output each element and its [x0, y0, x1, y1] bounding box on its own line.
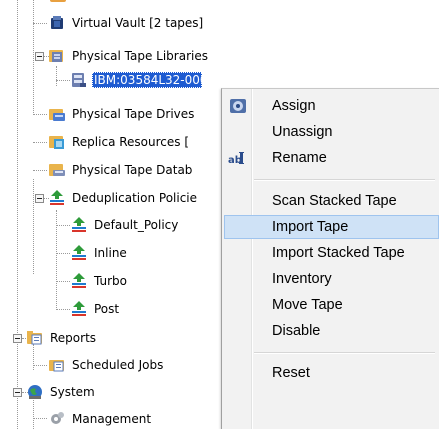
policy-icon: [70, 244, 88, 262]
tree-branch-line: [33, 114, 47, 115]
replica-resources-icon: [48, 133, 66, 151]
tree-item-label: Management: [72, 412, 152, 426]
tree-branch-line: [56, 281, 70, 282]
menu-item-assign[interactable]: Assign: [224, 94, 439, 118]
tree-item-label: Physical Tape Drives: [72, 107, 195, 121]
tree-item-reports[interactable]: Reports: [26, 327, 98, 349]
menu-item-import-tape[interactable]: Import Tape: [224, 215, 439, 239]
policy-icon: [70, 272, 88, 290]
globe-icon: [26, 383, 44, 401]
tree-item-label: Default_Policy: [94, 218, 179, 232]
tree-branch-line: [33, 142, 47, 143]
scheduled-jobs-icon: [48, 356, 66, 374]
tree-item-label: Deduplication Policie: [72, 191, 198, 205]
tree-item-label: Scheduled Jobs: [72, 358, 164, 372]
collapse-system-toggle[interactable]: [13, 388, 22, 397]
tree-item-label: Inline: [94, 246, 127, 260]
tree-branch-line: [33, 23, 47, 24]
tree-item-scheduled-jobs[interactable]: Scheduled Jobs: [48, 354, 165, 376]
tree-item-label: Post: [94, 302, 120, 316]
menu-item-label: Scan Stacked Tape: [272, 193, 397, 209]
tape-library-device-icon: [70, 71, 88, 89]
menu-item-label: Assign: [272, 98, 316, 114]
menu-item-move-tape[interactable]: Move Tape: [224, 293, 439, 317]
menu-item-label: Rename: [272, 150, 327, 166]
menu-item-import-stacked-tape[interactable]: Import Stacked Tape: [224, 241, 439, 265]
tree-branch-line: [56, 309, 70, 310]
menu-item-label: Reset: [272, 365, 310, 381]
tree-item-label: Physical Tape Datab: [72, 163, 193, 177]
tree-guide-line: [56, 66, 57, 86]
tree-item-virtual-vault[interactable]: Virtual Vault [2 tapes]: [48, 12, 205, 34]
svg-text:ab: ab: [228, 155, 242, 166]
tree-branch-line: [33, 170, 47, 171]
collapse-deduplication-policies-toggle[interactable]: [35, 194, 44, 203]
menu-item-label: Inventory: [272, 271, 332, 287]
tree-branch-line: [56, 253, 70, 254]
menu-item-reset[interactable]: Reset: [224, 361, 439, 385]
tree-item-physical-tape-libraries[interactable]: Physical Tape Libraries: [48, 45, 210, 67]
menu-item-scan-stacked-tape[interactable]: Scan Stacked Tape: [224, 189, 439, 213]
collapse-physical-tape-libraries-toggle[interactable]: [35, 52, 44, 61]
tree-item-post[interactable]: Post: [70, 298, 121, 320]
tree-item-deduplication-policies[interactable]: Deduplication Policie: [48, 187, 199, 209]
tree-branch-line: [33, 365, 47, 366]
tree-branch-line: [33, 418, 47, 419]
tree-branch-line: [56, 225, 70, 226]
deduplication-icon: [48, 189, 66, 207]
app-window: Virtual Vault [2 tapes] Physical Tape Li…: [0, 0, 439, 429]
collapse-reports-toggle[interactable]: [13, 334, 22, 343]
tape-database-icon: [48, 161, 66, 179]
policy-icon: [70, 300, 88, 318]
tree-item-physical-tape-database[interactable]: Physical Tape Datab: [48, 159, 194, 181]
tree-item-inline[interactable]: Inline: [70, 242, 129, 264]
menu-item-label: Import Tape: [272, 219, 349, 235]
vault-icon: [48, 14, 66, 32]
rename-icon: ab: [228, 148, 248, 168]
policy-icon: [70, 216, 88, 234]
menu-item-label: Move Tape: [272, 297, 343, 313]
tree-item-ibm-tape-library[interactable]: IBM:03584L32-00035: [70, 69, 202, 91]
tree-item-system[interactable]: System: [26, 381, 97, 403]
tree-item-label: Turbo: [94, 274, 128, 288]
menu-item-unassign[interactable]: Unassign: [224, 120, 439, 144]
tree-item-label: Physical Tape Libraries: [72, 49, 208, 63]
reports-folder-icon: [26, 329, 44, 347]
tree-item-label: Reports: [50, 331, 97, 345]
context-menu: Assign Unassign ab Rename Scan Stacked T…: [221, 88, 439, 429]
menu-item-label: Disable: [272, 323, 321, 339]
menu-item-label: Unassign: [272, 124, 333, 140]
tree-item-replica-resources[interactable]: Replica Resources [: [48, 131, 191, 153]
tree-item-label: System: [50, 385, 95, 399]
tape-drive-folder-icon: [48, 105, 66, 123]
tree-guide-line: [33, 0, 34, 115]
menu-item-inventory[interactable]: Inventory: [224, 267, 439, 291]
menu-separator: [254, 179, 435, 181]
menu-item-disable[interactable]: Disable: [224, 319, 439, 343]
tree-item-label: Virtual Vault [2 tapes]: [72, 16, 204, 30]
assign-icon: [228, 96, 248, 116]
tree-item-label: IBM:03584L32-00035: [92, 72, 202, 88]
tree-item-physical-tape-drives[interactable]: Physical Tape Drives: [48, 103, 196, 125]
tree-item-label: Replica Resources [: [72, 135, 190, 149]
tape-library-icon: [48, 47, 66, 65]
tree-guide-line: [17, 0, 18, 429]
tree-item-default-policy[interactable]: Default_Policy: [70, 214, 180, 236]
menu-item-label: Import Stacked Tape: [272, 245, 405, 261]
management-icon: [48, 410, 66, 428]
tree-guide-line: [33, 179, 34, 274]
menu-separator: [254, 352, 435, 354]
tree-item-turbo[interactable]: Turbo: [70, 270, 129, 292]
menu-item-rename[interactable]: ab Rename: [224, 146, 439, 170]
tree-item-management[interactable]: Management: [48, 408, 153, 429]
tree-branch-line: [56, 80, 70, 81]
partial-folder-icon: [50, 0, 66, 2]
